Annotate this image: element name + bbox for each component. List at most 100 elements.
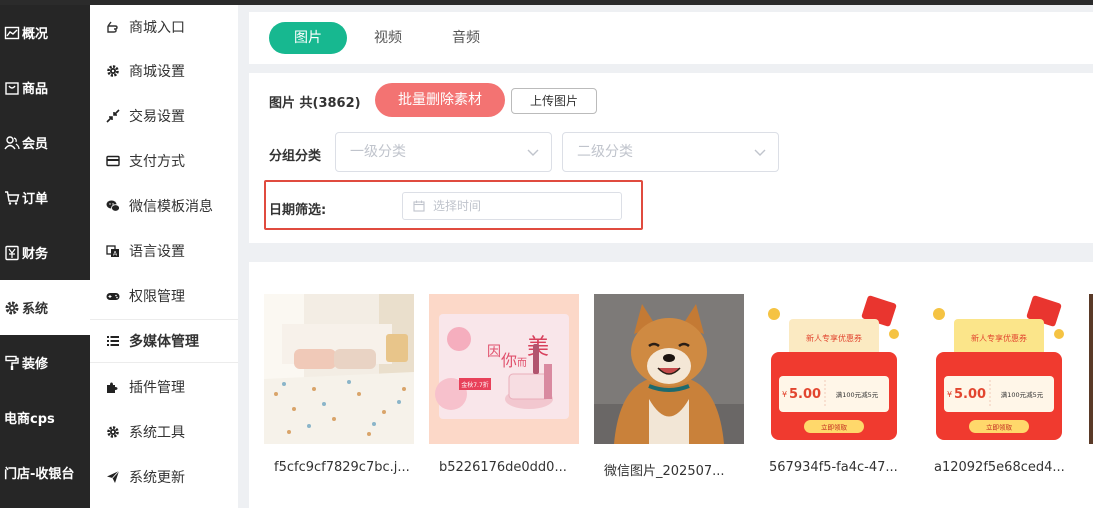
sub-item-label: 系统更新	[129, 470, 185, 486]
image-thumbnail-partial[interactable]	[1089, 294, 1093, 444]
tab-videos[interactable]: 视频	[359, 22, 417, 54]
nav-item-system[interactable]: 系统	[0, 280, 90, 335]
puzzle-icon	[106, 380, 120, 394]
filter-panel: 图片 共(3862) 批量删除素材 上传图片 分组分类 一级分类 二级分类 日期…	[249, 73, 1093, 243]
cosmetics-char-3: 而	[517, 357, 527, 369]
svg-text:¥: ¥	[947, 390, 952, 399]
finance-icon	[5, 245, 19, 260]
coupon-condition: 满100元减5元	[1001, 390, 1044, 399]
date-placeholder: 选择时间	[433, 199, 482, 213]
coupon-amount: 5.00	[789, 387, 821, 402]
nav-item-label: 会员	[22, 137, 49, 152]
image-grid: f5cfc9cf7829c7bc.j... 因 你 而 美 金秋7.7折 b52…	[249, 262, 1093, 508]
coupon-button: 立即领取	[986, 423, 1013, 432]
sub-item-language-settings[interactable]: A 语言设置	[90, 229, 238, 273]
chevron-down-icon	[527, 149, 539, 156]
nav-item-orders[interactable]: 订单	[0, 170, 90, 225]
sub-item-mall-settings[interactable]: 商城设置	[90, 49, 238, 93]
sub-item-label: 支付方式	[129, 154, 185, 170]
media-tabs: 图片 视频 音频	[249, 12, 1093, 64]
coupon-condition: 满100元减5元	[836, 390, 879, 399]
level1-category-select[interactable]: 一级分类	[335, 132, 552, 172]
image-thumbnail-dog[interactable]	[594, 294, 744, 444]
chart-line-icon	[4, 26, 20, 39]
sub-item-media-management[interactable]: 多媒体管理	[90, 319, 238, 363]
sub-item-label: 系统工具	[129, 425, 185, 441]
paper-plane-icon	[106, 470, 120, 484]
nav-item-label: 财务	[22, 247, 49, 262]
select-placeholder: 二级分类	[577, 144, 633, 160]
cart-icon	[5, 190, 20, 205]
nav-item-products[interactable]: 商品	[0, 60, 90, 115]
nav-item-label: 电商cps	[4, 412, 55, 427]
image-thumbnail-coupon[interactable]: 新人专享优惠券 ¥ 5.00 满100元减5元 立即领取	[924, 294, 1074, 444]
main-nav: 概况 商品 会员 订单 财务 系统 装修 电商cps 门店-收银台	[0, 5, 90, 508]
nav-item-label: 概况	[22, 27, 49, 42]
nav-item-overview[interactable]: 概况	[0, 5, 90, 60]
sub-item-system-update[interactable]: 系统更新	[90, 455, 238, 499]
nav-item-label: 装修	[22, 357, 49, 372]
sub-item-wechat-template[interactable]: 微信模板消息	[90, 184, 238, 228]
sub-item-trade-settings[interactable]: 交易设置	[90, 94, 238, 138]
wechat-icon	[106, 199, 120, 213]
tab-images[interactable]: 图片	[269, 22, 347, 54]
image-tile[interactable]: 微信图片_202507...	[594, 294, 744, 479]
arrows-in-icon	[106, 109, 120, 123]
gear-icon	[5, 301, 19, 314]
credit-card-icon	[106, 154, 120, 168]
sub-nav: 商城入口 商城设置 交易设置 支付方式 微信模板消息 A 语言设置 权限管理 多…	[90, 5, 238, 508]
sub-item-label: 插件管理	[129, 380, 185, 396]
nav-item-label: 门店-收银台	[4, 467, 75, 482]
level2-category-select[interactable]: 二级分类	[562, 132, 779, 172]
image-caption: 微信图片_202507...	[604, 464, 725, 479]
nav-item-decoration[interactable]: 装修	[0, 335, 90, 390]
sub-item-label: 微信模板消息	[129, 199, 213, 215]
sub-item-label: 权限管理	[129, 289, 185, 305]
sub-item-label: 商城入口	[129, 20, 185, 36]
chevron-down-icon	[754, 149, 766, 156]
image-tile[interactable]: f5cfc9cf7829c7bc.j...	[264, 294, 414, 475]
image-tile[interactable]: 因 你 而 美 金秋7.7折 b5226176de0dd0...	[429, 294, 579, 475]
gear-icon	[106, 425, 120, 439]
image-caption: f5cfc9cf7829c7bc.j...	[274, 460, 410, 475]
upload-image-button[interactable]: 上传图片	[511, 88, 597, 114]
nav-item-finance[interactable]: 财务	[0, 225, 90, 280]
sub-item-label: 交易设置	[129, 109, 185, 125]
sub-item-mall-entry[interactable]: 商城入口	[90, 5, 238, 49]
users-icon	[4, 135, 20, 149]
list-icon	[106, 334, 120, 348]
nav-item-ecommerce-cps[interactable]: 电商cps	[0, 390, 90, 445]
nav-item-label: 系统	[22, 302, 49, 317]
image-thumbnail-cosmetics[interactable]: 因 你 而 美 金秋7.7折	[429, 294, 579, 444]
date-picker-input[interactable]: 选择时间	[402, 192, 622, 220]
image-tile[interactable]: 新人专享优惠券 ¥ 5.00 满100元减5元 立即领取 567934f5-fa…	[759, 294, 909, 475]
hand-point-icon	[106, 20, 120, 34]
nav-item-store-cashier[interactable]: 门店-收银台	[0, 445, 90, 500]
batch-delete-button[interactable]: 批量删除素材	[375, 83, 505, 117]
svg-text:¥: ¥	[782, 390, 787, 399]
image-thumbnail-bedding[interactable]	[264, 294, 414, 444]
sub-item-label: 语言设置	[129, 244, 185, 260]
image-caption: a12092f5e68ced4...	[934, 460, 1065, 475]
sub-item-label: 商城设置	[129, 64, 185, 80]
image-tile-partial[interactable]	[1089, 294, 1093, 444]
bag-icon	[5, 81, 19, 95]
coupon-amount: 5.00	[954, 387, 986, 402]
language-icon: A	[106, 244, 120, 258]
tab-audio[interactable]: 音频	[437, 22, 495, 54]
image-tile[interactable]: 新人专享优惠券 ¥ 5.00 满100元减5元 立即领取 a12092f5e68…	[924, 294, 1074, 475]
sub-item-label: 多媒体管理	[129, 334, 199, 350]
image-thumbnail-coupon[interactable]: 新人专享优惠券 ¥ 5.00 满100元减5元 立即领取	[759, 294, 909, 444]
group-filter-label: 分组分类	[269, 149, 322, 164]
cosmetics-char-2: 你	[501, 351, 517, 370]
nav-item-members[interactable]: 会员	[0, 115, 90, 170]
select-placeholder: 一级分类	[350, 144, 406, 160]
date-filter-label: 日期筛选:	[269, 203, 327, 218]
sub-item-plugins[interactable]: 插件管理	[90, 365, 238, 409]
sub-item-permissions[interactable]: 权限管理	[90, 274, 238, 318]
sub-item-system-tools[interactable]: 系统工具	[90, 410, 238, 454]
calendar-icon	[413, 200, 425, 212]
gamepad-icon	[106, 289, 120, 303]
coupon-title: 新人专享优惠券	[971, 333, 1027, 343]
sub-item-payment-methods[interactable]: 支付方式	[90, 139, 238, 183]
